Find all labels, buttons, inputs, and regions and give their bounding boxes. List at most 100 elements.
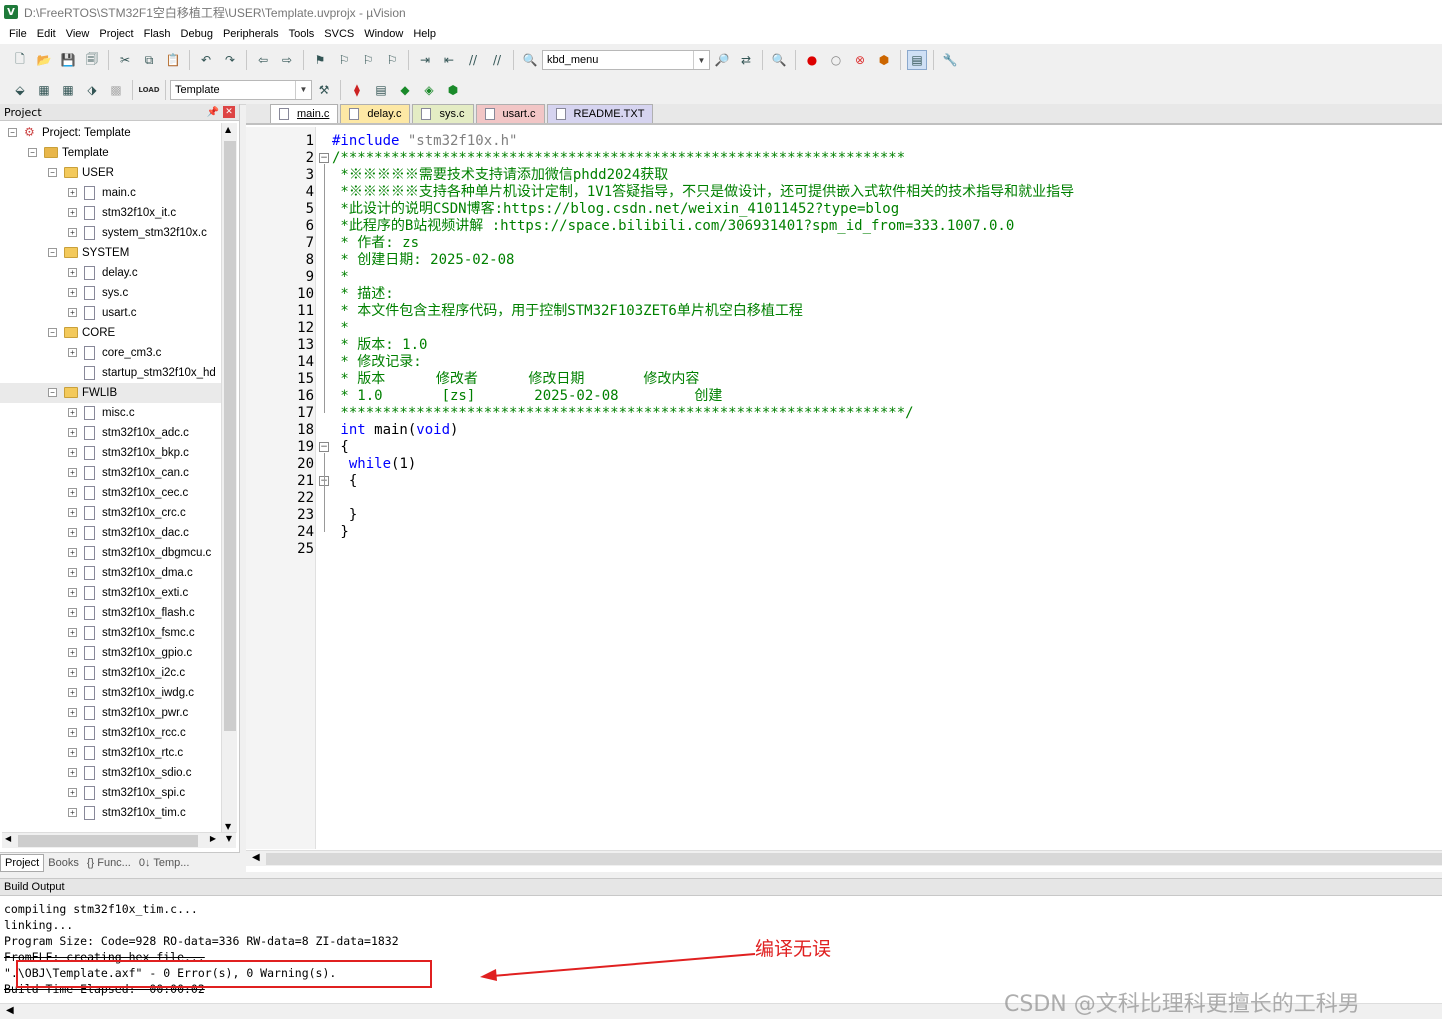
editor-hscrollbar[interactable]: ◀: [246, 850, 1442, 866]
tree-folder-item[interactable]: − FWLIB: [0, 383, 222, 403]
pack-installer-icon[interactable]: ◈: [419, 80, 439, 100]
collapse-icon[interactable]: −: [48, 388, 57, 397]
panel-tab-2[interactable]: {} Func...: [83, 854, 135, 872]
expand-icon[interactable]: +: [68, 788, 77, 797]
expand-icon[interactable]: +: [68, 428, 77, 437]
tree-file-item[interactable]: + stm32f10x_gpio.c: [0, 643, 222, 663]
prev-bookmark-icon[interactable]: ⚐: [334, 50, 354, 70]
batch-build-icon[interactable]: ⬗: [82, 80, 102, 100]
expand-icon[interactable]: +: [68, 408, 77, 417]
expand-icon[interactable]: +: [68, 588, 77, 597]
navigate-back-icon[interactable]: ⇦: [253, 50, 273, 70]
expand-icon[interactable]: +: [68, 628, 77, 637]
expand-icon[interactable]: +: [68, 768, 77, 777]
expand-icon[interactable]: +: [68, 228, 77, 237]
disable-breakpoint-icon[interactable]: ○: [826, 50, 846, 70]
tree-file-item[interactable]: + stm32f10x_crc.c: [0, 503, 222, 523]
uncomment-icon[interactable]: //: [487, 50, 507, 70]
tree-file-item[interactable]: + stm32f10x_i2c.c: [0, 663, 222, 683]
expand-icon[interactable]: +: [68, 488, 77, 497]
scroll-left-icon[interactable]: ◀: [6, 1005, 14, 1016]
tree-file-item[interactable]: + stm32f10x_sdio.c: [0, 763, 222, 783]
expand-icon[interactable]: +: [68, 508, 77, 517]
menu-flash[interactable]: Flash: [139, 28, 176, 40]
cut-icon[interactable]: ✂: [115, 50, 135, 70]
menu-edit[interactable]: Edit: [32, 28, 61, 40]
expand-icon[interactable]: +: [68, 208, 77, 217]
tree-file-item[interactable]: + stm32f10x_dac.c: [0, 523, 222, 543]
panel-tab-1[interactable]: Books: [44, 854, 83, 872]
tree-file-item[interactable]: + sys.c: [0, 283, 222, 303]
tree-folder-item[interactable]: − USER: [0, 163, 222, 183]
kill-all-breakpoints-icon[interactable]: ⬢: [874, 50, 894, 70]
undo-icon[interactable]: ↶: [196, 50, 216, 70]
menu-window[interactable]: Window: [359, 28, 408, 40]
fold-collapse-icon[interactable]: −: [319, 442, 329, 452]
code-editor[interactable]: #include "stm32f10x.h"/*****************…: [332, 127, 1432, 849]
expand-icon[interactable]: +: [68, 468, 77, 477]
editor-tab[interactable]: usart.c: [475, 104, 545, 123]
tree-file-item[interactable]: + system_stm32f10x.c: [0, 223, 222, 243]
editor-tab[interactable]: main.c: [270, 104, 339, 123]
close-icon[interactable]: ✕: [223, 106, 235, 118]
expand-icon[interactable]: +: [68, 728, 77, 737]
tree-file-item[interactable]: + stm32f10x_fsmc.c: [0, 623, 222, 643]
tree-file-item[interactable]: + stm32f10x_can.c: [0, 463, 222, 483]
scroll-right-icon[interactable]: ▶: [210, 834, 216, 843]
editor-tab[interactable]: delay.c: [340, 104, 411, 123]
panel-tab-3[interactable]: 0↓ Temp...: [135, 854, 194, 872]
scroll-up-icon[interactable]: ▲: [225, 125, 231, 134]
scrollbar-thumb[interactable]: [266, 853, 1442, 865]
expand-icon[interactable]: +: [68, 548, 77, 557]
scrollbar-thumb[interactable]: [224, 141, 236, 731]
paste-icon[interactable]: 📋: [163, 50, 183, 70]
tree-file-item[interactable]: + stm32f10x_exti.c: [0, 583, 222, 603]
configure-icon[interactable]: 🔧: [940, 50, 960, 70]
find-in-files-icon[interactable]: 🔍: [520, 50, 540, 70]
download-icon[interactable]: LOAD: [138, 80, 159, 100]
tree-target-item[interactable]: − Template: [0, 143, 222, 163]
collapse-icon[interactable]: −: [28, 148, 37, 157]
unindent-icon[interactable]: ⇤: [439, 50, 459, 70]
new-file-icon[interactable]: 🗋: [10, 50, 30, 70]
tree-folder-item[interactable]: − CORE: [0, 323, 222, 343]
expand-icon[interactable]: +: [68, 708, 77, 717]
tree-file-item[interactable]: + stm32f10x_tim.c: [0, 803, 222, 823]
target-combo[interactable]: Template ▼: [170, 79, 312, 100]
tree-file-item[interactable]: + stm32f10x_flash.c: [0, 603, 222, 623]
rebuild-icon[interactable]: ▦: [58, 80, 78, 100]
tree-file-item[interactable]: + main.c: [0, 183, 222, 203]
copy-icon[interactable]: ⧉: [139, 50, 159, 70]
menu-view[interactable]: View: [61, 28, 95, 40]
target-options-icon[interactable]: ⚒: [314, 80, 334, 100]
tree-file-item[interactable]: + stm32f10x_it.c: [0, 203, 222, 223]
tree-file-item[interactable]: startup_stm32f10x_hd: [0, 363, 222, 383]
file-extensions-icon[interactable]: ▤: [371, 80, 391, 100]
scrollbar-thumb[interactable]: [18, 835, 198, 847]
find-combo[interactable]: kbd_menu ▼: [542, 50, 710, 70]
tree-file-item[interactable]: + stm32f10x_bkp.c: [0, 443, 222, 463]
tree-file-item[interactable]: + delay.c: [0, 263, 222, 283]
tree-file-item[interactable]: + stm32f10x_pwr.c: [0, 703, 222, 723]
fold-collapse-icon[interactable]: −: [319, 153, 329, 163]
clear-bookmarks-icon[interactable]: ⚐: [382, 50, 402, 70]
collapse-icon[interactable]: −: [48, 168, 57, 177]
menu-file[interactable]: File: [4, 28, 32, 40]
expand-icon[interactable]: +: [68, 568, 77, 577]
scroll-down-icon[interactable]: ▼: [226, 834, 232, 843]
tree-file-item[interactable]: + stm32f10x_iwdg.c: [0, 683, 222, 703]
tree-project-item[interactable]: − ⚙ Project: Template: [0, 123, 222, 143]
menu-tools[interactable]: Tools: [284, 28, 320, 40]
open-file-icon[interactable]: 📂: [34, 50, 54, 70]
collapse-icon[interactable]: −: [48, 248, 57, 257]
tree-file-item[interactable]: + stm32f10x_rtc.c: [0, 743, 222, 763]
debug-session-icon[interactable]: 🔍: [769, 50, 789, 70]
scroll-left-icon[interactable]: ◀: [5, 834, 11, 843]
translate-icon[interactable]: ⬙: [10, 80, 30, 100]
redo-icon[interactable]: ↷: [220, 50, 240, 70]
project-tree-vscrollbar[interactable]: ▲ ▼: [221, 123, 237, 833]
panel-tab-0[interactable]: Project: [0, 853, 45, 872]
chevron-down-icon[interactable]: ▼: [295, 80, 311, 99]
expand-icon[interactable]: +: [68, 748, 77, 757]
tree-file-item[interactable]: + stm32f10x_spi.c: [0, 783, 222, 803]
